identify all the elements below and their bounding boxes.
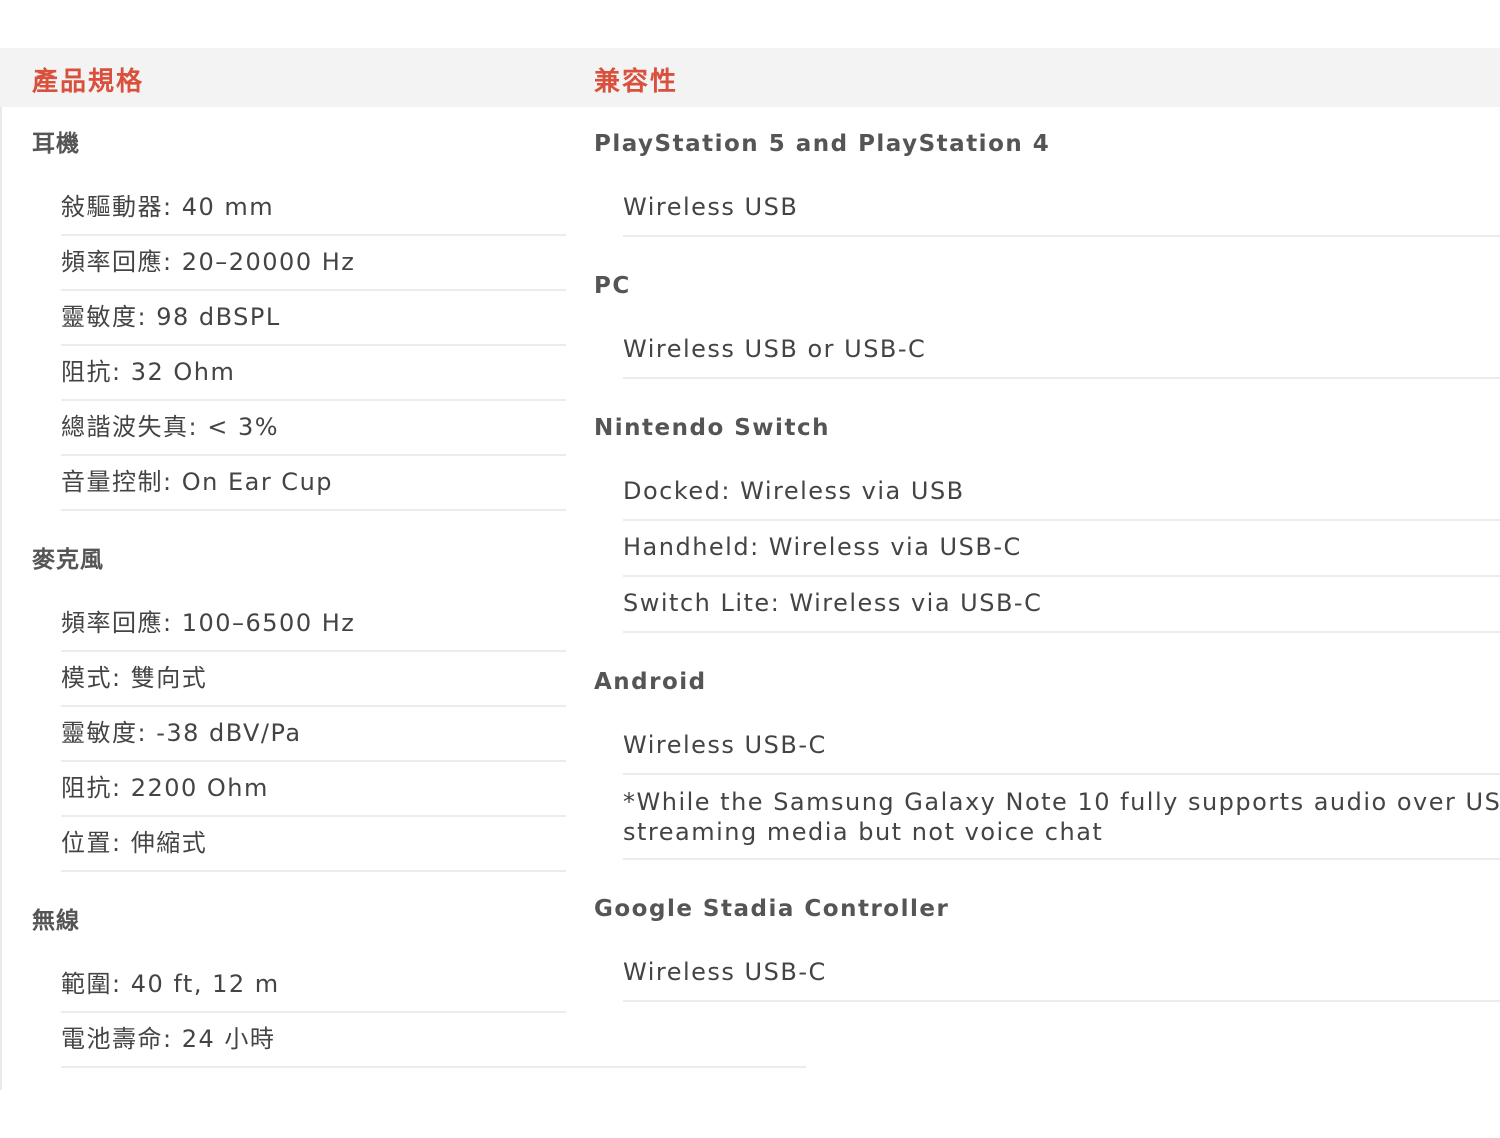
spec-item: 範圍: 40 ft, 12 m: [61, 958, 566, 1013]
compat-note: *While the Samsung Galaxy Note 10 fully …: [623, 775, 1500, 860]
compat-item: Wireless USB-C: [623, 946, 1500, 1002]
spec-item: 頻率回應: 100–6500 Hz: [61, 597, 566, 652]
spec-item: 阻抗: 2200 Ohm: [61, 762, 566, 817]
spec-item: 模式: 雙向式: [61, 652, 566, 707]
section-wireless-title: 無線: [32, 908, 80, 934]
section-switch-title: Nintendo Switch: [594, 415, 830, 441]
spec-item: 靈敏度: -38 dBV/Pa: [61, 707, 566, 762]
spec-item: 頻率回應: 20–20000 Hz: [61, 236, 566, 291]
compat-column: PlayStation 5 and PlayStation 4 Wireless…: [594, 107, 1500, 1002]
spec-item: 音量控制: On Ear Cup: [61, 456, 566, 511]
section-ps-title: PlayStation 5 and PlayStation 4: [594, 131, 1051, 157]
compat-item: Wireless USB or USB-C: [623, 323, 1500, 379]
section-android-title: Android: [594, 669, 707, 695]
spec-item: 總諧波失真: < 3%: [61, 401, 566, 456]
compat-item: Handheld: Wireless via USB-C: [623, 521, 1500, 577]
compat-item: Docked: Wireless via USB: [623, 465, 1500, 521]
compat-item: Switch Lite: Wireless via USB-C: [623, 577, 1500, 633]
specs-heading: 產品規格: [32, 67, 145, 97]
spec-item: 敍驅動器: 40 mm: [61, 181, 566, 236]
compat-item: Wireless USB-C: [623, 719, 1500, 775]
spec-item: 位置: 伸縮式: [61, 817, 566, 872]
section-headphone-title: 耳機: [32, 131, 80, 157]
spec-item: 電池壽命: 24 小時: [61, 1013, 566, 1068]
compat-heading: 兼容性: [594, 67, 679, 97]
divider: [566, 1066, 806, 1068]
compat-note-line: *While the Samsung Galaxy Note 10 fully …: [623, 788, 1500, 816]
compat-note-line: streaming media but not voice chat: [623, 818, 1104, 846]
table-header-bar: [0, 48, 1500, 107]
section-pc-title: PC: [594, 273, 631, 299]
specs-column: 耳機 敍驅動器: 40 mm 頻率回應: 20–20000 Hz 靈敏度: 98…: [32, 107, 566, 1068]
compat-item: Wireless USB: [623, 181, 1500, 237]
section-mic-title: 麥克風: [32, 547, 104, 573]
section-stadia-title: Google Stadia Controller: [594, 896, 950, 922]
spec-item: 靈敏度: 98 dBSPL: [61, 291, 566, 346]
spec-item: 阻抗: 32 Ohm: [61, 346, 566, 401]
